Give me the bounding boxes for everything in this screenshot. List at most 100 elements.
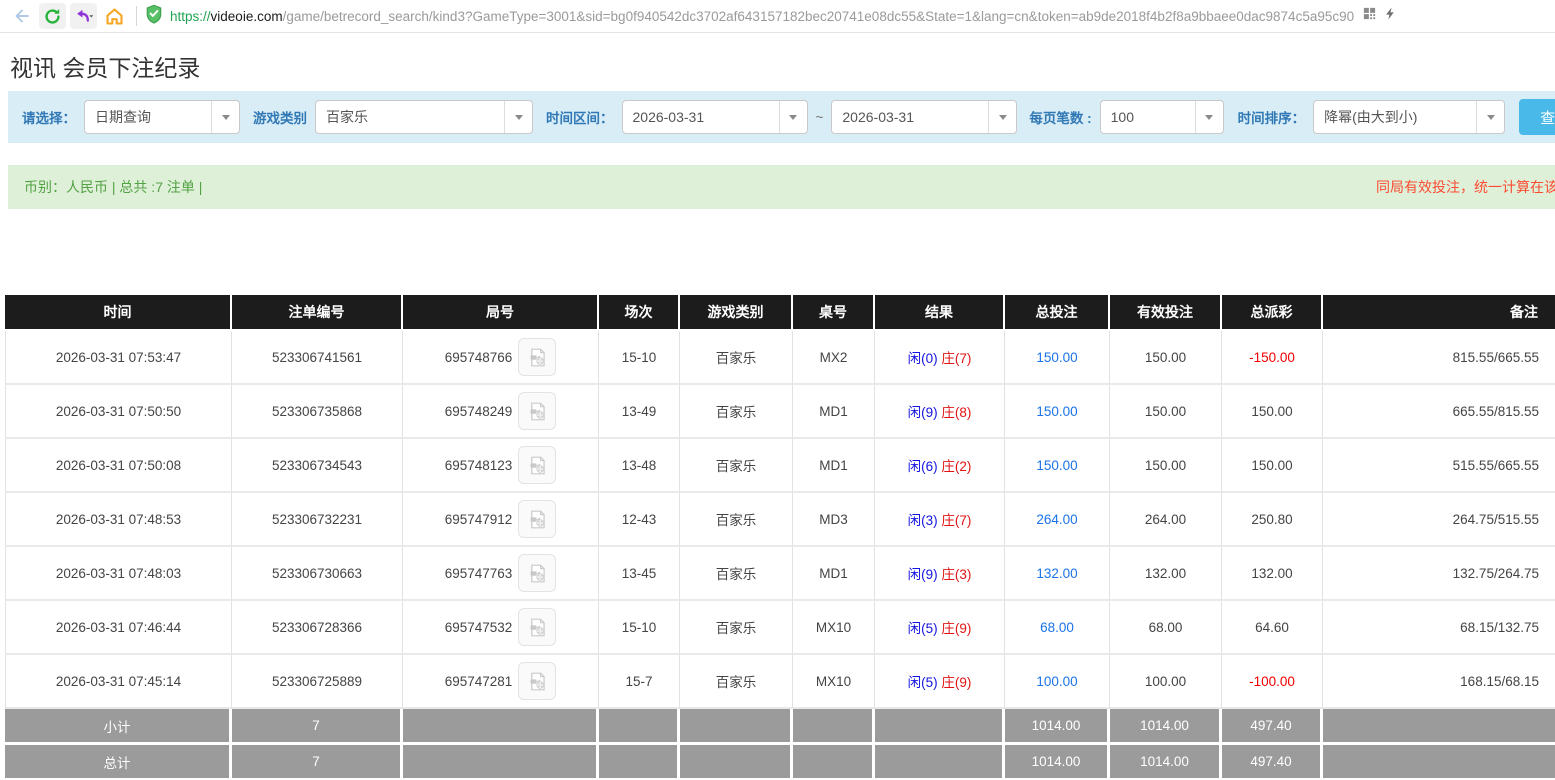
- chevron-down-icon[interactable]: [988, 101, 1016, 133]
- total-bet-link[interactable]: 150.00: [1036, 458, 1077, 473]
- remark-cell: 68.15/132.75: [1323, 601, 1555, 655]
- video-file-icon: [530, 402, 545, 420]
- bet-records-table: 时间 注单编号 局号 场次 游戏类别 桌号 结果 总投注 有效投注 总派彩 备注…: [5, 295, 1555, 780]
- chevron-down-icon[interactable]: [1194, 101, 1223, 133]
- time-cell: 2026-03-31 07:45:14: [5, 655, 232, 709]
- game-type-label: 游戏类别: [253, 111, 307, 126]
- total-bet-link[interactable]: 150.00: [1036, 404, 1077, 419]
- table-number-cell: MD3: [793, 493, 875, 547]
- col-total-bet: 总投注: [1005, 295, 1110, 331]
- date-from-picker[interactable]: 2026-03-31: [621, 100, 808, 134]
- per-page-label: 每页笔数 :: [1029, 111, 1092, 126]
- video-replay-button[interactable]: [518, 500, 557, 538]
- round-number: 695748766: [444, 349, 513, 365]
- round-cell: 695747532: [403, 601, 599, 655]
- home-icon[interactable]: [101, 3, 128, 29]
- result-player: 闲(6): [907, 459, 938, 474]
- bet-id-cell: 523306732231: [232, 493, 403, 547]
- select-type-label: 请选择：: [22, 111, 76, 126]
- round-number: 695747763: [444, 565, 513, 581]
- total-bet-link[interactable]: 100.00: [1036, 674, 1077, 689]
- col-round: 局号: [403, 295, 599, 331]
- security-shield-icon[interactable]: [145, 4, 163, 29]
- url-text[interactable]: https://videoie.com/game/betrecord_searc…: [170, 9, 1354, 24]
- video-replay-button[interactable]: [518, 554, 557, 592]
- result-cell: 闲(6) 庄(2): [875, 439, 1005, 493]
- chevron-down-icon[interactable]: [504, 101, 532, 133]
- video-replay-button[interactable]: [518, 338, 557, 376]
- chevron-down-icon[interactable]: [211, 101, 239, 133]
- round-cell: 695747763: [403, 547, 599, 601]
- subtotal-total-bet: 1014.00: [1005, 709, 1110, 745]
- payout-cell: 132.00: [1222, 547, 1323, 601]
- chevron-down-icon[interactable]: [778, 101, 807, 133]
- bet-id-cell: 523306741561: [232, 331, 403, 385]
- payout-value: 150.00: [1251, 457, 1293, 473]
- page-title: 视讯 会员下注纪录: [10, 55, 201, 81]
- total-bet-link[interactable]: 150.00: [1036, 350, 1077, 365]
- query-type-select[interactable]: 日期查询: [84, 100, 240, 134]
- summary-bar: 币别：人民币 | 总共 :7 注单 | 同局有效投注，统一计算在该局第: [8, 165, 1555, 209]
- date-to-picker[interactable]: 2026-03-31: [831, 100, 1018, 134]
- qr-code-icon[interactable]: [1362, 6, 1377, 26]
- video-replay-button[interactable]: [518, 446, 557, 484]
- total-count: 7: [232, 745, 403, 780]
- time-cell: 2026-03-31 07:46:44: [5, 601, 232, 655]
- col-session: 场次: [599, 295, 680, 331]
- table-number-cell: MX10: [793, 601, 875, 655]
- chevron-down-icon[interactable]: [1476, 101, 1504, 133]
- undo-icon[interactable]: [70, 3, 97, 29]
- col-valid-bet: 有效投注: [1110, 295, 1222, 331]
- result-cell: 闲(0) 庄(7): [875, 331, 1005, 385]
- game-type-cell: 百家乐: [680, 493, 793, 547]
- bet-id-cell: 523306730663: [232, 547, 403, 601]
- table-row: 2026-03-31 07:53:47 523306741561 6957487…: [5, 331, 1555, 385]
- sort-order-select[interactable]: 降幂(由大到小): [1313, 100, 1506, 134]
- video-file-icon: [530, 456, 545, 474]
- bet-id-cell: 523306735868: [232, 385, 403, 439]
- game-type-cell: 百家乐: [680, 385, 793, 439]
- total-bet-link[interactable]: 132.00: [1036, 566, 1077, 581]
- per-page-value: 100: [1110, 109, 1134, 125]
- game-type-cell: 百家乐: [680, 439, 793, 493]
- total-bet-link[interactable]: 68.00: [1040, 620, 1074, 635]
- table-row: 2026-03-31 07:50:50 523306735868 6957482…: [5, 385, 1555, 439]
- remark-cell: 515.55/665.55: [1323, 439, 1555, 493]
- search-button[interactable]: 查询: [1519, 99, 1555, 135]
- table-number-cell: MD1: [793, 547, 875, 601]
- result-player: 闲(5): [907, 621, 938, 636]
- filter-bar: 请选择： 日期查询 游戏类别 百家乐 时间区间： 2026-03-31 ~ 20…: [8, 91, 1555, 143]
- total-valid-bet: 1014.00: [1110, 745, 1222, 780]
- col-time: 时间: [5, 295, 232, 331]
- round-cell: 695748123: [403, 439, 599, 493]
- back-icon[interactable]: [8, 3, 35, 29]
- time-cell: 2026-03-31 07:50:08: [5, 439, 232, 493]
- table-header-row: 时间 注单编号 局号 场次 游戏类别 桌号 结果 总投注 有效投注 总派彩 备注: [5, 295, 1555, 331]
- game-type-select[interactable]: 百家乐: [315, 100, 533, 134]
- total-bet-cell: 150.00: [1005, 331, 1110, 385]
- address-bar[interactable]: https://videoie.com/game/betrecord_searc…: [145, 4, 1547, 29]
- subtotal-payout: 497.40: [1222, 709, 1323, 745]
- result-cell: 闲(9) 庄(8): [875, 385, 1005, 439]
- payout-value: 250.80: [1251, 511, 1293, 527]
- bet-id-cell: 523306728366: [232, 601, 403, 655]
- video-replay-button[interactable]: [518, 608, 557, 646]
- valid-bet-cell: 264.00: [1110, 493, 1222, 547]
- result-player: 闲(9): [907, 405, 938, 420]
- time-cell: 2026-03-31 07:48:53: [5, 493, 232, 547]
- total-bet-link[interactable]: 264.00: [1036, 512, 1077, 527]
- col-game-type: 游戏类别: [680, 295, 793, 331]
- refresh-icon[interactable]: [39, 3, 66, 29]
- bet-id-cell: 523306734543: [232, 439, 403, 493]
- result-cell: 闲(3) 庄(7): [875, 493, 1005, 547]
- query-type-value: 日期查询: [95, 109, 151, 125]
- total-total-bet: 1014.00: [1005, 745, 1110, 780]
- video-file-icon: [530, 564, 545, 582]
- video-replay-button[interactable]: [518, 392, 557, 430]
- lightning-icon[interactable]: [1384, 5, 1397, 27]
- video-replay-button[interactable]: [518, 662, 557, 700]
- result-cell: 闲(5) 庄(9): [875, 601, 1005, 655]
- col-result: 结果: [875, 295, 1005, 331]
- valid-bet-cell: 100.00: [1110, 655, 1222, 709]
- per-page-select[interactable]: 100: [1099, 100, 1224, 134]
